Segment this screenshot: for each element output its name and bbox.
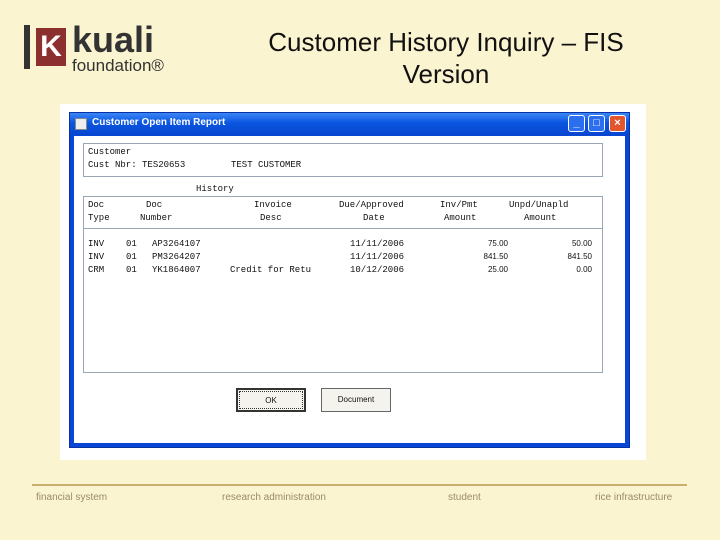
- footer-financial-system: financial system: [36, 492, 108, 503]
- row1-inv-amount: 75.00: [487, 239, 508, 248]
- header-doc-type-2: Type: [88, 213, 110, 223]
- row2-type: INV: [88, 252, 105, 262]
- report-screenshot: Customer Open Item Report _ □ × Customer…: [60, 104, 646, 460]
- row1-number: AP3264107: [152, 239, 201, 249]
- maximize-button[interactable]: □: [588, 115, 605, 132]
- cust-nbr-line: Cust Nbr: TES20653: [88, 160, 185, 170]
- row3-type: CRM: [88, 265, 105, 275]
- logo-wordmark: kuali: [72, 19, 155, 60]
- customer-label: Customer: [88, 147, 132, 157]
- window-titlebar[interactable]: Customer Open Item Report _ □ ×: [70, 113, 629, 135]
- row1-unpd-amount: 50.00: [571, 239, 592, 248]
- row1-date: 11/11/2006: [350, 239, 405, 249]
- header-invoice-desc-1: Invoice: [254, 200, 292, 210]
- header-doc-number-2: Number: [140, 213, 173, 223]
- row3-desc: Credit for Retu: [230, 265, 312, 275]
- row3-inv-amount: 25.00: [487, 265, 508, 274]
- footer-student: student: [448, 492, 481, 503]
- customer-box: Customer Cust Nbr: TES20653 TEST CUSTOME…: [83, 143, 603, 177]
- header-due-date-1: Due/Approved: [339, 200, 404, 210]
- header-invoice-desc-2: Desc: [260, 213, 282, 223]
- header-doc-type-1: Doc: [88, 200, 105, 210]
- header-inv-amount-1: Inv/Pmt: [440, 200, 478, 210]
- row2-number: PM3264207: [152, 252, 201, 262]
- minimize-button[interactable]: _: [568, 115, 585, 132]
- close-button[interactable]: ×: [609, 115, 626, 132]
- ok-button[interactable]: OK: [236, 388, 306, 412]
- kuali-logo: K kuali foundation®: [24, 19, 204, 75]
- slide-title-line2: Version: [402, 59, 490, 89]
- cust-nbr-label: Cust Nbr:: [88, 160, 137, 170]
- footer-divider: [32, 484, 687, 486]
- row2-date: 11/11/2006: [350, 252, 405, 262]
- row2-inv-amount: 841.50: [483, 252, 508, 261]
- document-button[interactable]: Document: [321, 388, 391, 412]
- slide-title: Customer History Inquiry – FIS Version: [226, 26, 666, 90]
- footer-research-administration: research administration: [222, 492, 326, 503]
- row3-unpd-amount: 0.00: [576, 265, 592, 274]
- header-unpd-amount-2: Amount: [524, 213, 557, 223]
- row2-prefix: 01: [126, 252, 137, 262]
- slide-title-line1: Customer History Inquiry – FIS: [268, 27, 624, 57]
- history-table[interactable]: Doc Type Doc Number Invoice Desc Due/App…: [83, 196, 603, 373]
- header-doc-number-1: Doc: [146, 200, 163, 210]
- window-client-area: Customer Cust Nbr: TES20653 TEST CUSTOME…: [74, 136, 625, 443]
- history-label: History: [196, 184, 234, 194]
- header-divider: [84, 228, 602, 229]
- cust-name-value: TEST CUSTOMER: [231, 160, 302, 170]
- window-title: Customer Open Item Report: [92, 117, 226, 128]
- row1-prefix: 01: [126, 239, 137, 249]
- cust-nbr-value: TES20653: [142, 160, 186, 170]
- row1-type: INV: [88, 239, 105, 249]
- row3-number: YK1864007: [152, 265, 201, 275]
- row3-prefix: 01: [126, 265, 137, 275]
- logo-bar: [24, 25, 30, 69]
- footer-rice-infrastructure: rice infrastructure: [595, 492, 673, 503]
- report-window: Customer Open Item Report _ □ × Customer…: [69, 112, 630, 448]
- row3-date: 10/12/2006: [350, 265, 405, 275]
- logo-subtitle: foundation®: [72, 56, 164, 75]
- header-due-date-2: Date: [363, 213, 385, 223]
- header-inv-amount-2: Amount: [444, 213, 477, 223]
- row2-unpd-amount: 841.50: [567, 252, 592, 261]
- logo-k-mark: K: [36, 28, 66, 66]
- header-unpd-amount-1: Unpd/Unapld: [509, 200, 569, 210]
- app-icon: [75, 118, 87, 130]
